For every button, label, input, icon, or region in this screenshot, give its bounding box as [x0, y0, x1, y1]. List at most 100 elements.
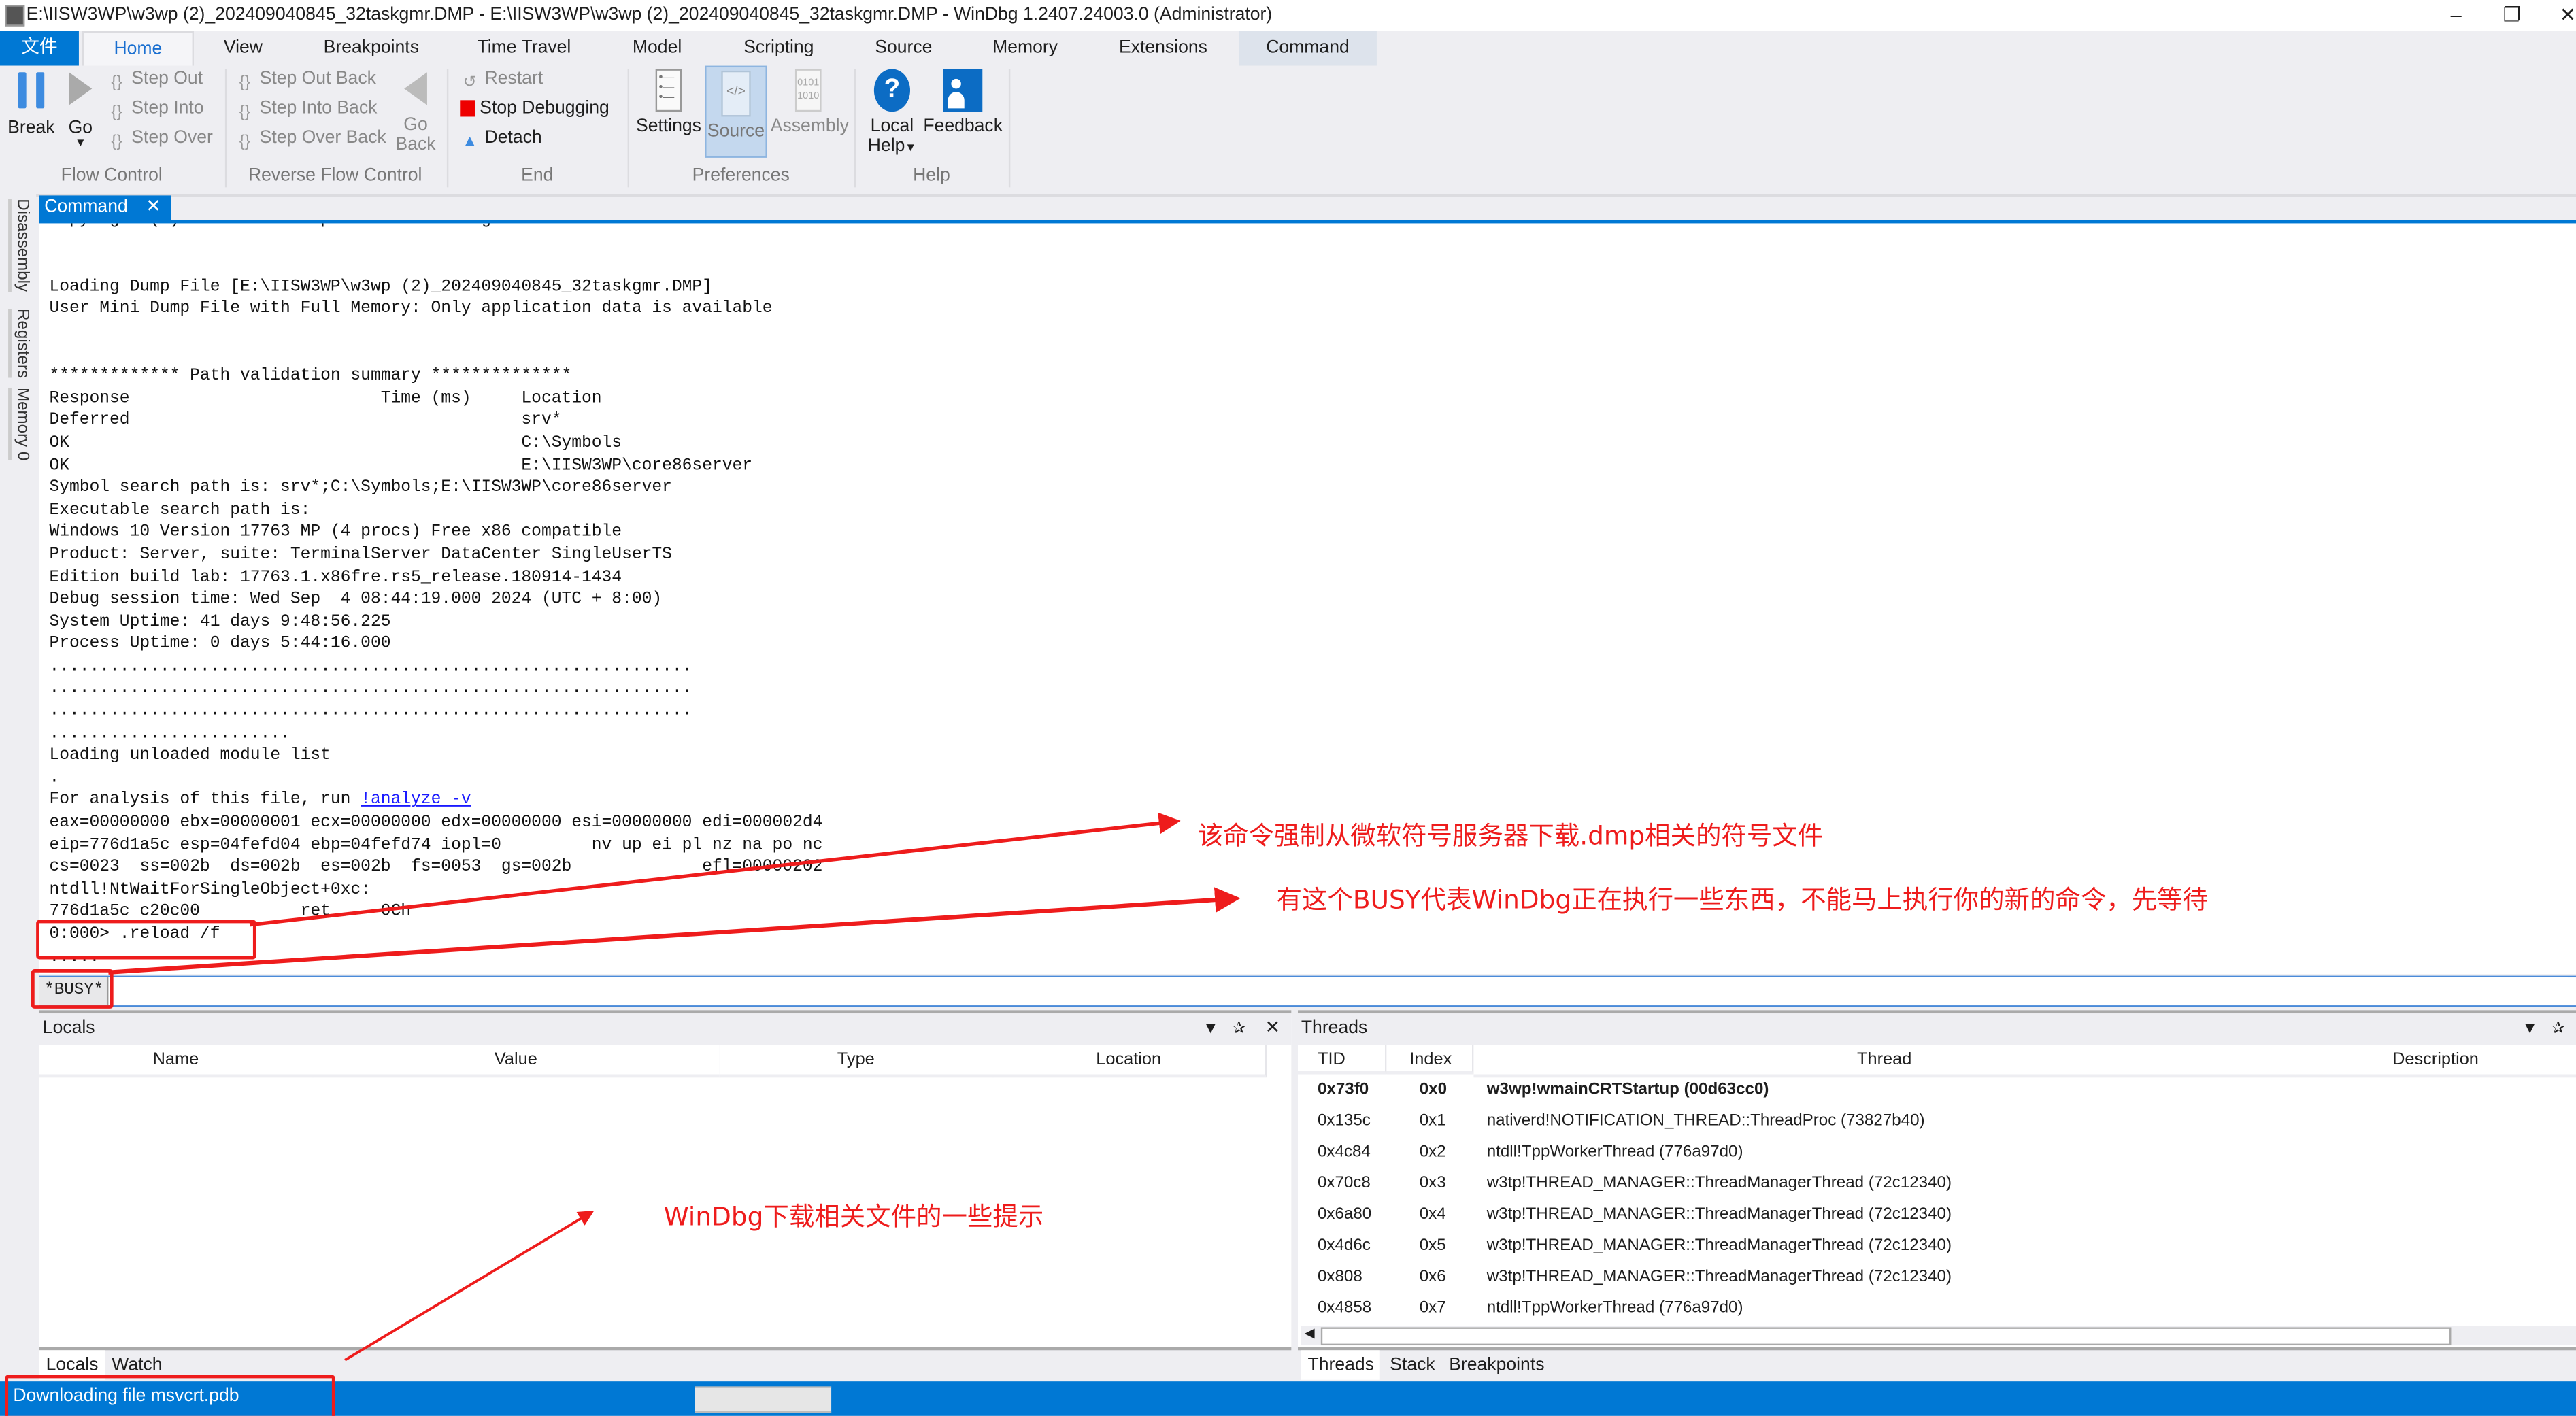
go-back-button[interactable]: Go Back	[395, 72, 437, 154]
command-output[interactable]: Copyright (c) Microsoft Corporation. All…	[39, 223, 2576, 975]
annotation-reload-note: 该命令强制从微软符号服务器下载.dmp相关的符号文件	[1197, 821, 1824, 852]
tab-extensions[interactable]: Extensions	[1104, 31, 1222, 66]
output-line: Edition build lab: 17763.1.x86fre.rs5_re…	[49, 569, 622, 588]
scrollbar-thumb[interactable]	[1320, 1327, 2452, 1346]
stop-debugging-button[interactable]: Stop Debugging	[460, 99, 609, 118]
tab-source[interactable]: Source	[861, 31, 947, 66]
restore-button[interactable]: ❐	[2484, 0, 2540, 31]
horizontal-scrollbar[interactable]: ◀	[1301, 1326, 2576, 1346]
download-progress-bar	[695, 1386, 832, 1413]
local-help-label-line1: Local	[870, 116, 914, 137]
tab-home[interactable]: Home	[82, 31, 194, 66]
output-line: Windows 10 Version 17763 MP (4 procs) Fr…	[49, 524, 622, 543]
side-tab-memory[interactable]: Memory 0	[8, 387, 31, 461]
tab-stack[interactable]: Stack	[1384, 1350, 1442, 1379]
thread-row[interactable]: 0x73f0 0x0 w3wp!wmainCRTStartup (00d63cc0)	[1298, 1075, 2576, 1106]
go-button[interactable]: Go ▼	[63, 72, 99, 150]
reverse-play-icon	[404, 72, 427, 105]
tab-breakpoints[interactable]: Breakpoints	[309, 31, 434, 66]
detach-label: Detach	[484, 128, 542, 148]
thread-tid: 0x4c84	[1317, 1143, 1371, 1162]
pin-icon[interactable]: ✰	[1232, 1013, 1245, 1045]
thread-thread: w3tp!THREAD_MANAGER::ThreadManagerThread…	[1486, 1205, 1952, 1224]
step-over-back-label: Step Over Back	[259, 128, 386, 148]
thread-row[interactable]: 0x70c8 0x3 w3tp!THREAD_MANAGER::ThreadMana…	[1298, 1168, 2576, 1199]
thread-thread: ntdll!TppWorkerThread (776a97d0)	[1486, 1299, 1743, 1317]
tab-breakpoints-pane[interactable]: Breakpoints	[1443, 1350, 1552, 1379]
side-tab-rail: Disassembly Registers Memory 0	[0, 193, 37, 1007]
tab-model[interactable]: Model	[618, 31, 697, 66]
output-line: Executable search path is:	[49, 502, 311, 520]
step-over-button[interactable]: {} Step Over	[107, 128, 212, 152]
settings-button[interactable]: •— •— •— Settings	[636, 69, 702, 136]
threads-pane: Threads ▼ ✰ TID Index Thread Description…	[1297, 1010, 2576, 1351]
thread-row[interactable]: 0x4858 0x7 ntdll!TppWorkerThread (776a97d0…	[1298, 1293, 2576, 1324]
annotation-box-reload-command	[36, 920, 256, 960]
dropdown-arrow-icon[interactable]: ▼	[2522, 1013, 2538, 1045]
output-line: User Mini Dump File with Full Memory: On…	[49, 301, 773, 320]
restart-button[interactable]: ↺ Restart	[460, 69, 543, 93]
thread-row[interactable]: 0x4d6c 0x5 w3tp!THREAD_MANAGER::ThreadMana…	[1298, 1230, 2576, 1262]
column-header-description[interactable]: Description	[2295, 1045, 2576, 1078]
thread-index: 0x0	[1419, 1081, 1448, 1099]
thread-row[interactable]: 0x135c 0x1 nativerd!NOTIFICATION_THREAD::T…	[1298, 1105, 2576, 1136]
close-button[interactable]: ✕	[2540, 0, 2576, 31]
thread-tid: 0x4d6c	[1317, 1236, 1371, 1255]
close-icon[interactable]: ✕	[1265, 1013, 1280, 1045]
step-out-back-button[interactable]: {} Step Out Back	[235, 69, 376, 93]
tab-threads[interactable]: Threads	[1301, 1350, 1381, 1380]
tab-scripting[interactable]: Scripting	[729, 31, 828, 66]
analyze-link[interactable]: !analyze -v	[361, 792, 471, 811]
thread-index: 0x5	[1419, 1236, 1446, 1255]
step-into-back-button[interactable]: {} Step Into Back	[235, 99, 378, 123]
tab-memory[interactable]: Memory	[976, 31, 1075, 66]
break-button[interactable]: Break	[7, 72, 56, 138]
go-back-label-line1: Go	[403, 115, 428, 135]
column-header-name[interactable]: Name	[39, 1045, 314, 1078]
column-header-type[interactable]: Type	[719, 1045, 994, 1078]
thread-row[interactable]: 0x4c84 0x2 ntdll!TppWorkerThread (776a97d0…	[1298, 1136, 2576, 1168]
column-header-tid[interactable]: TID	[1297, 1045, 1387, 1075]
thread-tid: 0x70c8	[1317, 1174, 1371, 1193]
source-button[interactable]: </> Source	[705, 65, 767, 158]
tab-command-window[interactable]: Command ✕	[39, 195, 171, 220]
side-tab-registers[interactable]: Registers	[8, 309, 31, 379]
local-help-label-line2: Help▼	[864, 136, 920, 156]
column-header-value[interactable]: Value	[312, 1045, 722, 1078]
pin-icon[interactable]: ✰	[2552, 1013, 2565, 1045]
output-line: eax=00000000 ebx=00000001 ecx=00000000 e…	[49, 815, 823, 833]
step-into-button[interactable]: {} Step Into	[107, 99, 203, 123]
local-help-button[interactable]: ? Local Help▼	[864, 69, 920, 156]
tab-file[interactable]: 文件	[0, 31, 79, 66]
dropdown-arrow-icon[interactable]: ▼	[1203, 1013, 1219, 1045]
output-line: Debug session time: Wed Sep 4 08:44:19.0…	[49, 591, 663, 610]
column-header-thread[interactable]: Thread	[1473, 1045, 2297, 1078]
minimize-button[interactable]: –	[2428, 0, 2484, 31]
command-input[interactable]	[112, 977, 2568, 1002]
output-line: ntdll!NtWaitForSingleObject+0xc:	[49, 881, 371, 900]
assembly-button[interactable]: 0101 1010 Assembly	[770, 69, 849, 137]
tab-view[interactable]: View	[207, 31, 279, 66]
column-header-location[interactable]: Location	[992, 1045, 1267, 1078]
window-title: E:\IISW3WP\w3wp (2)_202409040845_32taskg…	[26, 5, 1273, 25]
tab-time-travel[interactable]: Time Travel	[463, 31, 585, 66]
step-over-icon: {}	[111, 133, 122, 152]
app-icon	[5, 5, 25, 27]
scroll-left-icon[interactable]: ◀	[1305, 1326, 1315, 1341]
thread-row[interactable]: 0x808 0x6 w3tp!THREAD_MANAGER::ThreadManag…	[1298, 1262, 2576, 1293]
assembly-label: Assembly	[770, 116, 849, 137]
tab-command[interactable]: Command	[1239, 31, 1377, 66]
step-out-back-label: Step Out Back	[259, 69, 376, 89]
thread-row[interactable]: 0x6a80 0x4 w3tp!THREAD_MANAGER::ThreadMana…	[1298, 1199, 2576, 1230]
column-header-index[interactable]: Index	[1386, 1045, 1474, 1075]
output-line: System Uptime: 41 days 9:48:56.225	[49, 613, 391, 633]
feedback-button[interactable]: Feedback	[923, 69, 1003, 136]
close-icon[interactable]: ✕	[146, 195, 161, 220]
output-line: ........................................…	[49, 658, 692, 677]
step-out-button[interactable]: {} Step Out	[107, 69, 203, 93]
side-tab-disassembly[interactable]: Disassembly	[8, 199, 31, 292]
step-over-back-button[interactable]: {} Step Over Back	[235, 128, 386, 152]
step-over-back-icon: {}	[239, 133, 250, 152]
annotation-download-note: WinDbg下载相关文件的一些提示	[663, 1202, 1044, 1232]
detach-button[interactable]: ▲ Detach	[460, 128, 542, 152]
